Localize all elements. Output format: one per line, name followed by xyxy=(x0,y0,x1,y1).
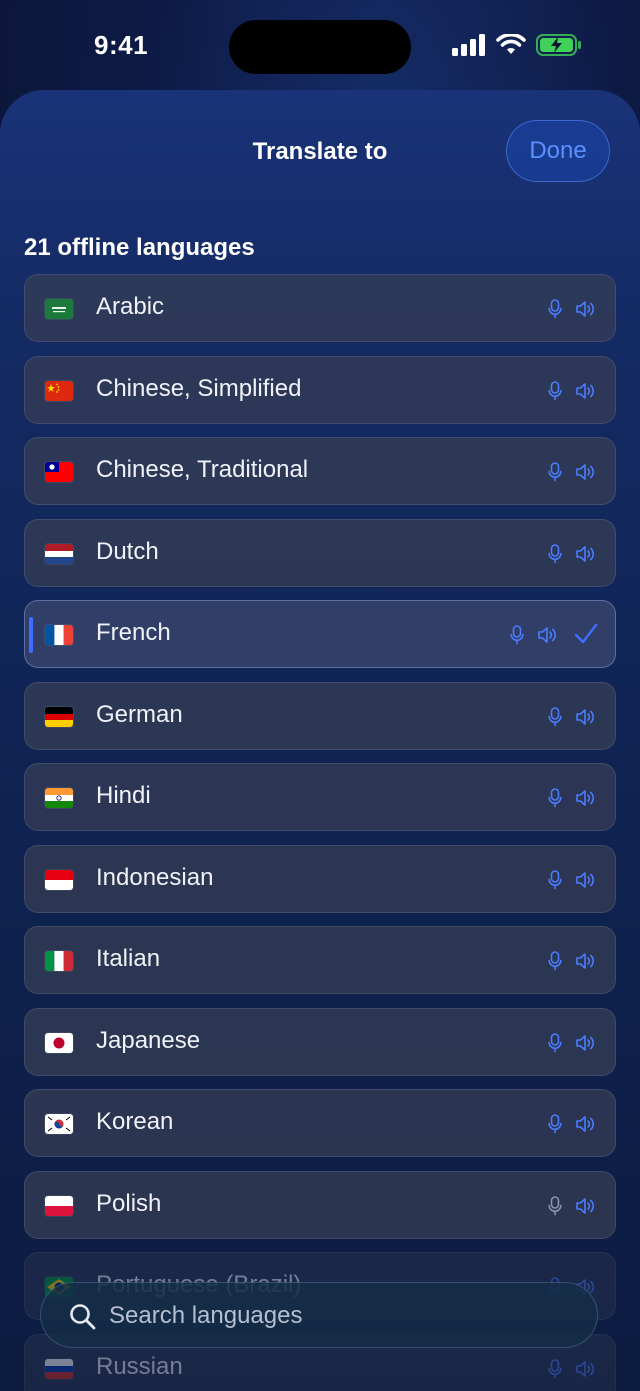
language-row-jp[interactable]: Japanese xyxy=(24,1008,616,1076)
language-name: Polish xyxy=(96,1190,162,1217)
speaker-icon xyxy=(575,544,597,569)
language-name: German xyxy=(96,701,183,728)
flag-jp-icon xyxy=(45,1033,73,1053)
flag-sa-icon xyxy=(45,299,73,319)
language-name: Italian xyxy=(96,945,161,972)
language-row-tw[interactable]: Chinese, Traditional xyxy=(24,437,616,505)
language-name: Chinese, Simplified xyxy=(96,375,302,402)
language-name: Arabic xyxy=(96,293,165,320)
mic-icon xyxy=(548,707,562,732)
speaker-icon xyxy=(575,788,597,813)
mic-icon xyxy=(548,462,562,487)
language-row-id[interactable]: Indonesian xyxy=(24,845,616,913)
flag-fr-icon xyxy=(45,625,73,645)
language-name: Russian xyxy=(96,1353,183,1380)
language-row-fr[interactable]: French xyxy=(24,600,616,668)
speaker-icon xyxy=(575,1114,597,1139)
language-row-cn[interactable]: Chinese, Simplified xyxy=(24,356,616,424)
flag-de-icon xyxy=(45,707,73,727)
mic-icon xyxy=(548,1359,562,1384)
language-row-kr[interactable]: Korean xyxy=(24,1089,616,1157)
speaker-icon xyxy=(575,951,597,976)
mic-icon xyxy=(548,1196,562,1221)
language-name: Japanese xyxy=(96,1027,201,1054)
speaker-icon xyxy=(575,299,597,324)
dynamic-island xyxy=(229,20,411,74)
wifi-icon xyxy=(496,34,526,54)
mic-icon xyxy=(548,1033,562,1058)
language-row-nl[interactable]: Dutch xyxy=(24,519,616,587)
speaker-icon xyxy=(575,1033,597,1058)
flag-in-icon xyxy=(45,788,73,808)
language-name: Dutch xyxy=(96,538,159,565)
speaker-icon xyxy=(575,462,597,487)
language-row-sa[interactable]: Arabic xyxy=(24,274,616,342)
speaker-icon xyxy=(575,1359,597,1384)
flag-nl-icon xyxy=(45,544,73,564)
language-picker-sheet: Translate to Done 21 offline languages A… xyxy=(0,90,640,1391)
selection-indicator xyxy=(29,617,33,653)
mic-icon xyxy=(548,381,562,406)
language-name: Chinese, Traditional xyxy=(96,456,309,483)
language-row-it[interactable]: Italian xyxy=(24,926,616,994)
status-time: 9:41 xyxy=(94,30,149,60)
language-name: Hindi xyxy=(96,782,151,809)
flag-pl-icon xyxy=(45,1196,73,1216)
status-bar: 9:41 xyxy=(0,0,640,92)
status-icons xyxy=(452,34,582,56)
mic-icon xyxy=(548,544,562,569)
checkmark-icon xyxy=(573,621,599,652)
speaker-icon xyxy=(575,870,597,895)
cellular-icon xyxy=(452,34,485,56)
flag-it-icon xyxy=(45,951,73,971)
flag-tw-icon xyxy=(45,462,73,482)
speaker-icon xyxy=(575,707,597,732)
speaker-icon xyxy=(575,1196,597,1221)
search-icon xyxy=(70,1304,96,1330)
language-row-de[interactable]: German xyxy=(24,682,616,750)
mic-icon xyxy=(548,299,562,324)
mic-icon xyxy=(548,951,562,976)
done-button[interactable]: Done xyxy=(506,120,610,182)
search-input[interactable] xyxy=(107,1295,571,1337)
mic-icon xyxy=(548,788,562,813)
language-name: Indonesian xyxy=(96,864,214,891)
battery-icon xyxy=(536,34,581,56)
speaker-icon xyxy=(575,381,597,406)
speaker-icon xyxy=(537,625,559,650)
mic-icon xyxy=(548,1114,562,1139)
mic-icon xyxy=(548,870,562,895)
flag-ru-icon xyxy=(45,1359,73,1379)
language-name: French xyxy=(96,619,171,646)
flag-kr-icon xyxy=(45,1114,73,1134)
mic-icon xyxy=(510,625,524,650)
section-header: 21 offline languages xyxy=(24,234,255,261)
language-row-pl[interactable]: Polish xyxy=(24,1171,616,1239)
language-row-in[interactable]: Hindi xyxy=(24,763,616,831)
flag-id-icon xyxy=(45,870,73,890)
flag-cn-icon xyxy=(45,381,73,401)
screen: 9:41 Translate to Done 21 offline langua… xyxy=(0,0,640,1391)
search-bar[interactable] xyxy=(40,1282,598,1348)
language-name: Korean xyxy=(96,1108,174,1135)
